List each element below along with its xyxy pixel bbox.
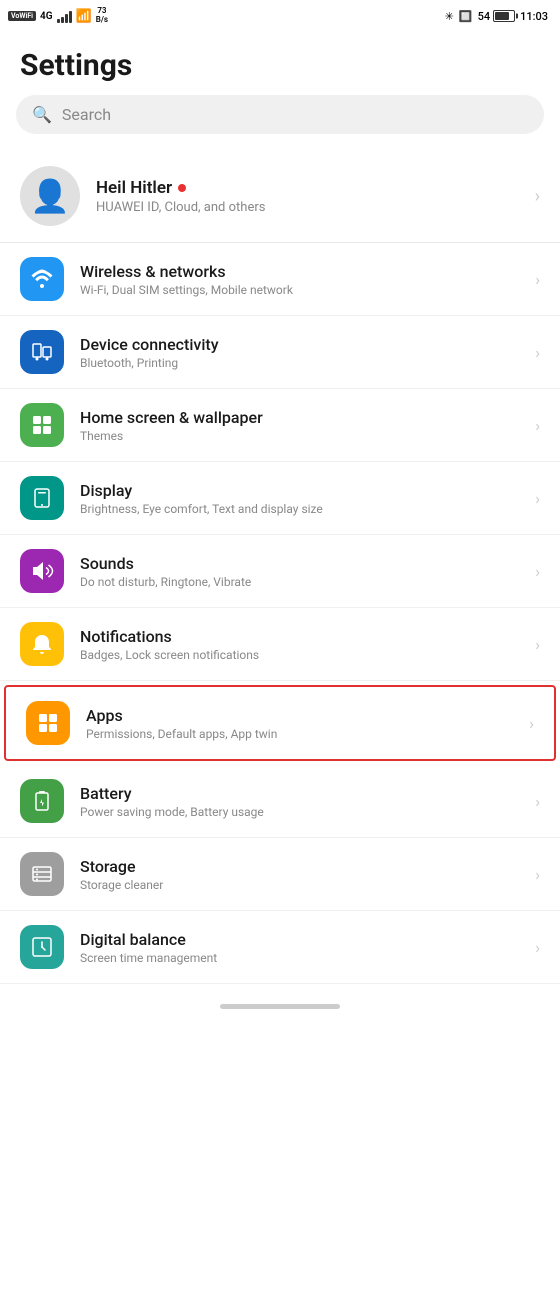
digital-balance-title: Digital balance	[80, 930, 519, 949]
settings-item-wireless[interactable]: Wireless & networks Wi-Fi, Dual SIM sett…	[0, 243, 560, 316]
home-screen-title: Home screen & wallpaper	[80, 408, 519, 427]
settings-item-apps[interactable]: Apps Permissions, Default apps, App twin…	[4, 685, 556, 761]
online-dot	[178, 184, 186, 192]
vowifi-indicator: VoWiFi	[8, 11, 36, 21]
device-connectivity-icon	[20, 330, 64, 374]
home-screen-chevron-icon: ›	[535, 416, 540, 435]
search-bar[interactable]: 🔍 Search	[16, 95, 544, 134]
digital-balance-subtitle: Screen time management	[80, 951, 519, 965]
sounds-title: Sounds	[80, 554, 519, 573]
storage-title: Storage	[80, 857, 519, 876]
apps-subtitle: Permissions, Default apps, App twin	[86, 727, 513, 741]
battery-percent: 54	[478, 10, 491, 23]
status-left: VoWiFi 4G 📶 73B/s	[8, 7, 108, 25]
storage-icon	[20, 852, 64, 896]
network-type: 4G	[40, 11, 53, 22]
settings-item-battery[interactable]: Battery Power saving mode, Battery usage…	[0, 765, 560, 838]
profile-name: Heil Hitler	[96, 178, 519, 198]
settings-item-sounds[interactable]: Sounds Do not disturb, Ringtone, Vibrate…	[0, 535, 560, 608]
display-subtitle: Brightness, Eye comfort, Text and displa…	[80, 502, 519, 516]
notifications-text: Notifications Badges, Lock screen notifi…	[80, 627, 519, 662]
home-screen-text: Home screen & wallpaper Themes	[80, 408, 519, 443]
settings-item-home-screen[interactable]: Home screen & wallpaper Themes ›	[0, 389, 560, 462]
wireless-chevron-icon: ›	[535, 270, 540, 289]
display-text: Display Brightness, Eye comfort, Text an…	[80, 481, 519, 516]
profile-subtitle: HUAWEI ID, Cloud, and others	[96, 200, 519, 215]
network-speed: 73B/s	[96, 7, 108, 25]
avatar: 👤	[20, 166, 80, 226]
home-screen-icon	[20, 403, 64, 447]
settings-item-storage[interactable]: Storage Storage cleaner ›	[0, 838, 560, 911]
wireless-subtitle: Wi-Fi, Dual SIM settings, Mobile network	[80, 283, 519, 297]
battery-text: Battery Power saving mode, Battery usage	[80, 784, 519, 819]
storage-text: Storage Storage cleaner	[80, 857, 519, 892]
profile-section[interactable]: 👤 Heil Hitler HUAWEI ID, Cloud, and othe…	[0, 150, 560, 243]
settings-list: Wireless & networks Wi-Fi, Dual SIM sett…	[0, 243, 560, 984]
sounds-icon	[20, 549, 64, 593]
notifications-subtitle: Badges, Lock screen notifications	[80, 648, 519, 662]
battery-subtitle: Power saving mode, Battery usage	[80, 805, 519, 819]
sounds-subtitle: Do not disturb, Ringtone, Vibrate	[80, 575, 519, 589]
settings-item-display[interactable]: Display Brightness, Eye comfort, Text an…	[0, 462, 560, 535]
settings-item-notifications[interactable]: Notifications Badges, Lock screen notifi…	[0, 608, 560, 681]
apps-text: Apps Permissions, Default apps, App twin	[86, 706, 513, 741]
silent-icon: 🔲	[459, 10, 473, 23]
page-title: Settings	[0, 32, 560, 95]
search-input[interactable]: Search	[62, 105, 111, 124]
display-icon	[20, 476, 64, 520]
home-screen-subtitle: Themes	[80, 429, 519, 443]
profile-name-text: Heil Hitler	[96, 178, 172, 198]
sounds-text: Sounds Do not disturb, Ringtone, Vibrate	[80, 554, 519, 589]
profile-chevron-icon: ›	[535, 186, 540, 207]
battery-icon	[493, 10, 515, 22]
apps-title: Apps	[86, 706, 513, 725]
digital-balance-chevron-icon: ›	[535, 938, 540, 957]
device-connectivity-subtitle: Bluetooth, Printing	[80, 356, 519, 370]
notifications-chevron-icon: ›	[535, 635, 540, 654]
signal-bars-icon	[57, 9, 72, 23]
battery-icon	[20, 779, 64, 823]
device-connectivity-title: Device connectivity	[80, 335, 519, 354]
home-bar	[0, 992, 560, 1017]
settings-item-digital-balance[interactable]: Digital balance Screen time management ›	[0, 911, 560, 984]
time-display: 11:03	[520, 10, 548, 23]
status-bar: VoWiFi 4G 📶 73B/s ✳ 🔲 54 11:03	[0, 0, 560, 32]
bluetooth-icon: ✳	[445, 10, 454, 23]
settings-item-device-connectivity[interactable]: Device connectivity Bluetooth, Printing …	[0, 316, 560, 389]
status-right: ✳ 🔲 54 11:03	[445, 10, 548, 23]
digital-balance-icon	[20, 925, 64, 969]
device-connectivity-text: Device connectivity Bluetooth, Printing	[80, 335, 519, 370]
digital-balance-text: Digital balance Screen time management	[80, 930, 519, 965]
display-chevron-icon: ›	[535, 489, 540, 508]
battery-indicator: 54	[478, 10, 516, 23]
sounds-chevron-icon: ›	[535, 562, 540, 581]
notifications-icon	[20, 622, 64, 666]
notifications-title: Notifications	[80, 627, 519, 646]
avatar-icon: 👤	[30, 177, 70, 215]
battery-title: Battery	[80, 784, 519, 803]
storage-chevron-icon: ›	[535, 865, 540, 884]
wifi-icon: 📶	[76, 9, 92, 24]
wireless-title: Wireless & networks	[80, 262, 519, 281]
wireless-icon	[20, 257, 64, 301]
display-title: Display	[80, 481, 519, 500]
wireless-text: Wireless & networks Wi-Fi, Dual SIM sett…	[80, 262, 519, 297]
device-connectivity-chevron-icon: ›	[535, 343, 540, 362]
home-bar-pill	[220, 1004, 340, 1009]
apps-chevron-icon: ›	[529, 714, 534, 733]
storage-subtitle: Storage cleaner	[80, 878, 519, 892]
profile-info: Heil Hitler HUAWEI ID, Cloud, and others	[96, 178, 519, 215]
battery-chevron-icon: ›	[535, 792, 540, 811]
search-icon: 🔍	[32, 105, 52, 124]
apps-icon	[26, 701, 70, 745]
